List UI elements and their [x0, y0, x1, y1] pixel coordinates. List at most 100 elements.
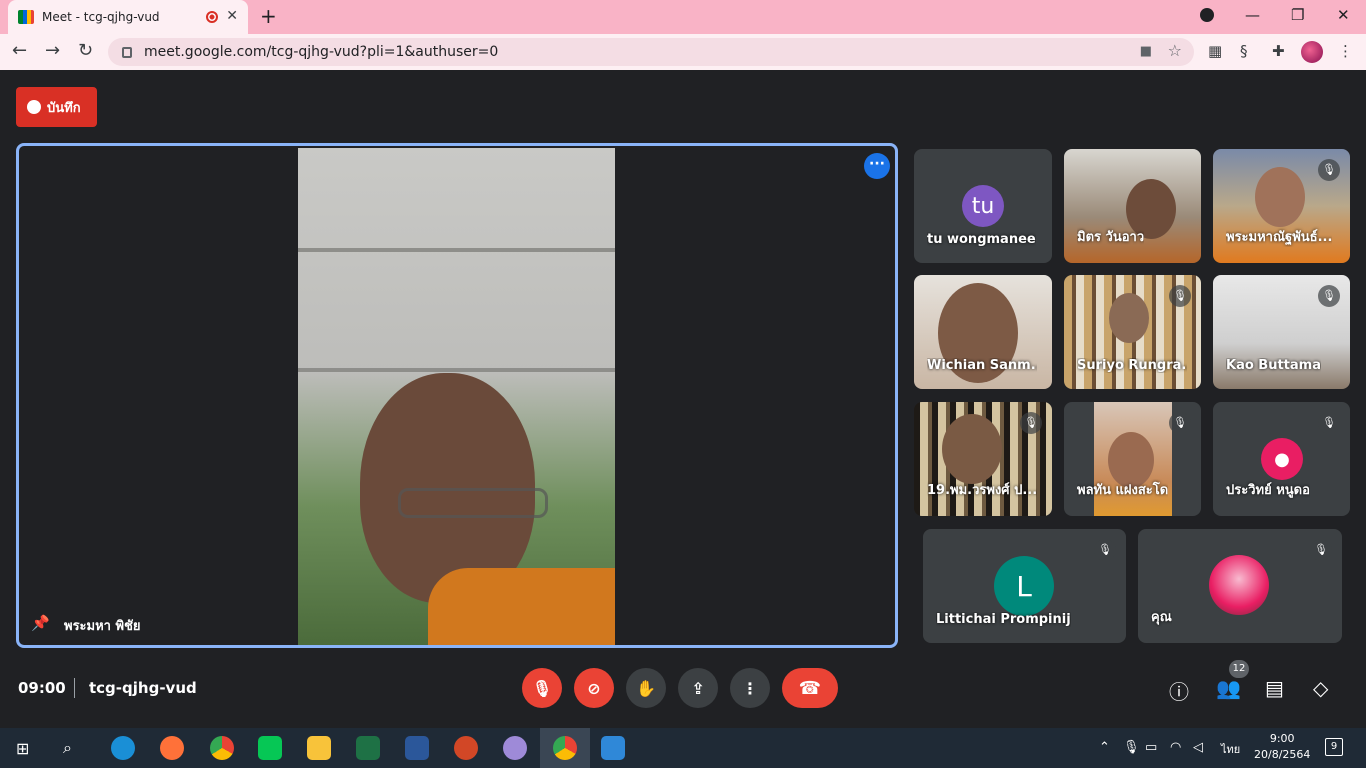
participant-name: Suriyo Rungra...: [1077, 358, 1187, 373]
meeting-time: 09:00: [18, 679, 66, 697]
language-indicator[interactable]: ไทย: [1221, 740, 1240, 758]
leave-call-button[interactable]: ☎: [782, 668, 838, 708]
present-icon: ⇪: [691, 678, 705, 698]
apps-grid-icon[interactable]: ▦: [1208, 42, 1222, 60]
participant-tile-self[interactable]: 🎙 คุณ: [1138, 529, 1342, 643]
record-label: บันทึก: [47, 100, 81, 116]
search-icon[interactable]: ⌕: [63, 738, 72, 758]
tray-expand-icon[interactable]: ⌃: [1099, 740, 1110, 755]
back-icon[interactable]: ←: [12, 40, 27, 61]
battery-icon[interactable]: ▭: [1145, 740, 1157, 755]
people-icon[interactable]: 👥: [1216, 676, 1241, 700]
main-speaker-name: พระมหา พิชัย: [64, 619, 141, 634]
participant-name: Kao Buttama: [1226, 358, 1321, 373]
close-window-icon[interactable]: ✕: [1337, 6, 1350, 24]
main-speaker-tile[interactable]: ··· 📌 พระมหา พิชัย: [16, 143, 898, 648]
pin-icon[interactable]: 📌: [31, 614, 50, 632]
tab-title: Meet - tcg-qjhg-vud: [42, 10, 160, 24]
record-button[interactable]: บันทึก: [16, 87, 97, 127]
chrome-active-icon[interactable]: [553, 736, 577, 760]
bookmark-star-icon[interactable]: ☆: [1168, 41, 1182, 60]
mic-off-icon: 🎙: [1318, 159, 1340, 181]
new-tab-button[interactable]: +: [260, 4, 277, 28]
mic-off-icon: 🎙: [1094, 539, 1116, 561]
reload-icon[interactable]: ↻: [78, 40, 93, 61]
mic-toggle-button[interactable]: 🎙: [522, 668, 562, 708]
participant-name: tu wongmanee: [927, 232, 1036, 247]
photos-icon[interactable]: [601, 736, 625, 760]
url-text: meet.google.com/tcg-qjhg-vud?pli=1&authu…: [144, 44, 499, 60]
raise-hand-button[interactable]: ✋: [626, 668, 666, 708]
browser-toolbar: ← → ↻ meet.google.com/tcg-qjhg-vud?pli=1…: [0, 34, 1366, 70]
participant-name: 19.พม.วรพงศ์ ป....: [927, 483, 1037, 498]
chat-icon[interactable]: ▤: [1265, 676, 1284, 700]
edge-icon[interactable]: [111, 736, 135, 760]
clock-time: 9:00: [1269, 732, 1295, 745]
participant-face: [1109, 293, 1149, 343]
avatar: tu: [962, 185, 1004, 227]
excel-icon[interactable]: [356, 736, 380, 760]
mic-off-icon: 🎙: [1169, 412, 1191, 434]
restore-icon[interactable]: ❐: [1291, 6, 1304, 24]
mic-off-icon: 🎙: [1318, 412, 1340, 434]
minimize-icon[interactable]: —: [1245, 6, 1260, 24]
participant-tile[interactable]: tu tu wongmanee: [914, 149, 1052, 263]
main-speaker-video: [298, 148, 615, 645]
screen: Meet - tcg-qjhg-vud ✕ + — ❐ ✕ ← → ↻ meet…: [0, 0, 1366, 768]
meeting-code: tcg-qjhg-vud: [89, 679, 197, 697]
camera-toggle-button[interactable]: ⊘: [574, 668, 614, 708]
forward-icon[interactable]: →: [45, 40, 60, 61]
app-icon[interactable]: [503, 736, 527, 760]
notifications-icon[interactable]: 9: [1325, 738, 1343, 756]
mic-off-icon: 🎙: [1310, 539, 1332, 561]
windows-start-icon[interactable]: ⊞: [16, 739, 29, 758]
volume-icon[interactable]: ◁: [1193, 740, 1203, 755]
meet-favicon-icon: [18, 10, 34, 24]
avatar: L: [994, 556, 1054, 616]
close-tab-icon[interactable]: ✕: [226, 8, 238, 24]
powerpoint-icon[interactable]: [454, 736, 478, 760]
activities-icon[interactable]: ◇: [1313, 676, 1328, 700]
hand-icon: ✋: [636, 678, 656, 698]
word-icon[interactable]: [405, 736, 429, 760]
clock-date: 20/8/2564: [1254, 748, 1311, 761]
address-bar[interactable]: meet.google.com/tcg-qjhg-vud?pli=1&authu…: [108, 38, 1194, 66]
system-clock[interactable]: 9:00 20/8/2564: [1254, 731, 1310, 763]
puzzle-extensions-icon[interactable]: ✚: [1272, 42, 1285, 60]
more-options-button[interactable]: ⋮: [730, 668, 770, 708]
participant-tile[interactable]: 🎙 พระมหาณัฐพันธ์...: [1213, 149, 1350, 263]
participant-tile[interactable]: ● 🎙 ประวิทย์ หนูดอ: [1213, 402, 1350, 516]
line-icon[interactable]: [258, 736, 282, 760]
mic-off-icon: 🎙: [1318, 285, 1340, 307]
wifi-icon[interactable]: ◠: [1170, 740, 1181, 755]
participant-tile[interactable]: 🎙 Suriyo Rungra...: [1064, 275, 1201, 389]
firefox-icon[interactable]: [160, 736, 184, 760]
roof-beam: [298, 368, 615, 372]
participant-name: คุณ: [1151, 610, 1172, 625]
browser-tab[interactable]: Meet - tcg-qjhg-vud ✕: [8, 0, 248, 34]
file-explorer-icon[interactable]: [307, 736, 331, 760]
participant-name: พลทัน แฝงสะโด: [1077, 483, 1169, 498]
participant-tile[interactable]: Wichian Sanm...: [914, 275, 1052, 389]
lock-icon: [122, 46, 132, 58]
chrome-icon[interactable]: [210, 736, 234, 760]
participant-tile[interactable]: 🎙 Kao Buttama: [1213, 275, 1350, 389]
tray-mic-icon[interactable]: 🎙: [1123, 740, 1140, 755]
camera-in-use-icon[interactable]: ■: [1140, 44, 1152, 59]
extension-icon[interactable]: §: [1240, 42, 1248, 60]
participant-tile[interactable]: มิตร วันอาว: [1064, 149, 1201, 263]
divider: [74, 678, 75, 698]
profile-avatar[interactable]: [1301, 41, 1323, 63]
present-screen-button[interactable]: ⇪: [678, 668, 718, 708]
more-options-icon[interactable]: ···: [864, 153, 890, 179]
participant-tile[interactable]: 🎙 19.พม.วรพงศ์ ป....: [914, 402, 1052, 516]
participant-face: [942, 414, 1002, 484]
info-icon[interactable]: ⓘ: [1169, 676, 1189, 705]
participant-tile[interactable]: L 🎙 Littichai Prompinij: [923, 529, 1126, 643]
browser-menu-icon[interactable]: ⋮: [1338, 42, 1353, 60]
participant-tile[interactable]: 🎙 พลทัน แฝงสะโด: [1064, 402, 1201, 516]
tab-search-icon[interactable]: [1200, 8, 1214, 22]
camera-off-icon: ⊘: [587, 678, 601, 698]
participant-name: Wichian Sanm...: [927, 358, 1037, 373]
record-dot-icon: [27, 100, 41, 114]
